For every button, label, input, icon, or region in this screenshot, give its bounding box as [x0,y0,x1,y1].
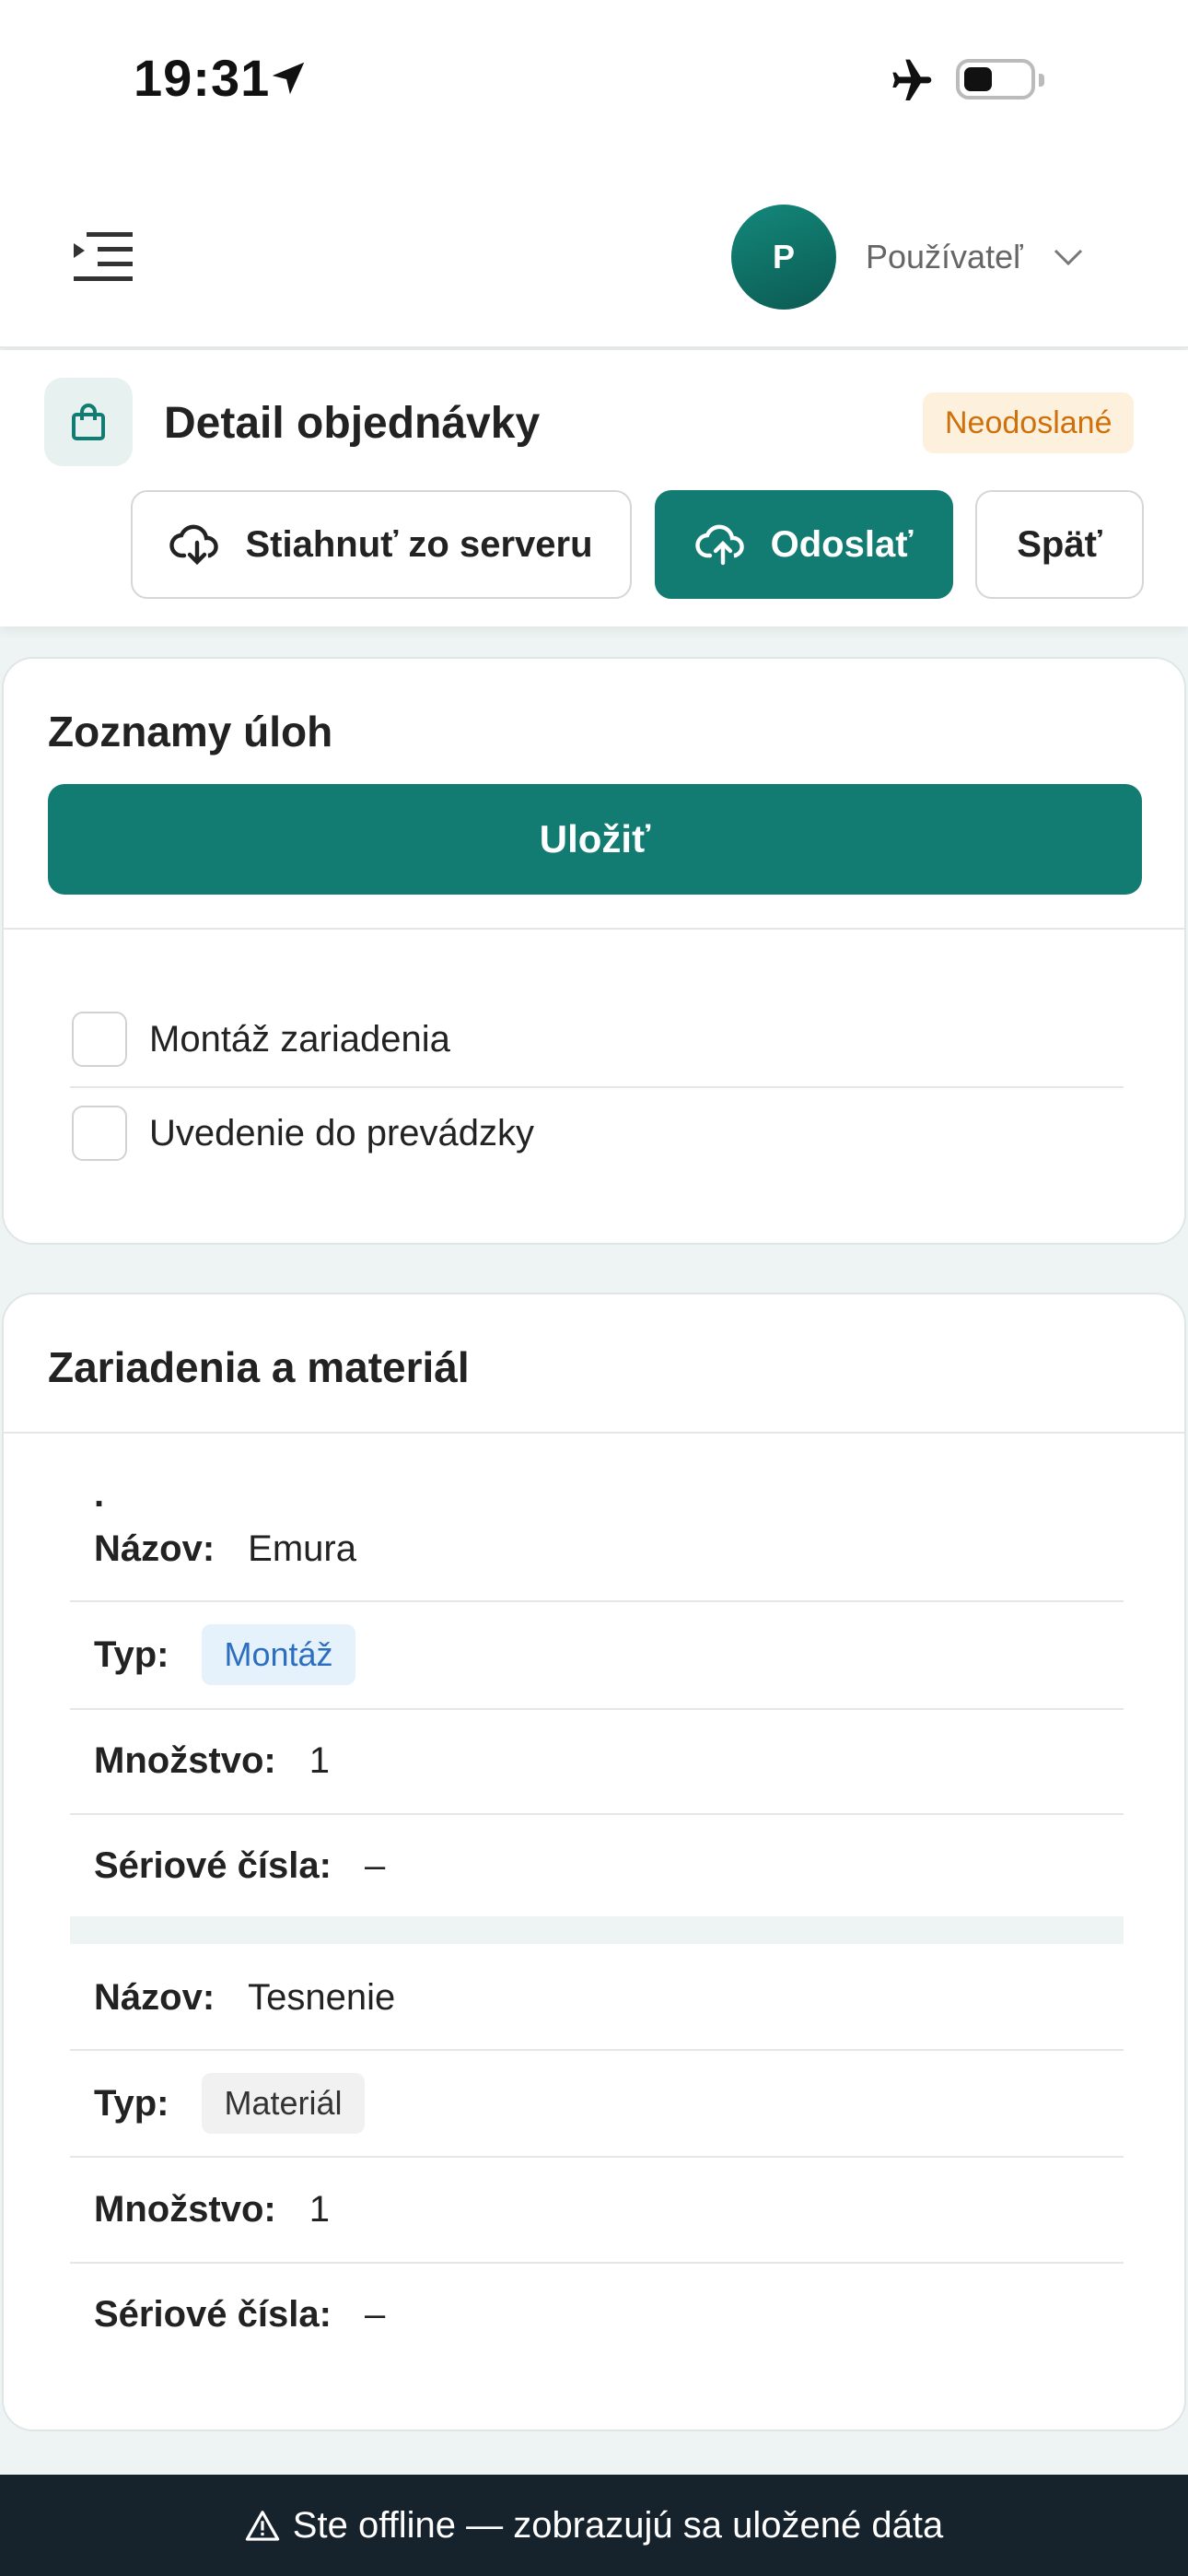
task-checkbox[interactable] [72,1106,127,1161]
task-lists-title: Zoznamy úloh [48,708,333,755]
divider [4,1432,1184,1434]
save-button[interactable]: Uložiť [48,784,1142,895]
task-item[interactable]: Montáž zariadenia [70,993,1124,1085]
order-header: Detail objednávky Neodoslané Stiahnuť zo… [0,350,1188,626]
name-label: Názov: [94,1976,215,2018]
warning-icon [245,2511,280,2541]
name-value: Emura [248,1528,356,1569]
send-button-label: Odoslať [770,523,914,565]
item-serials-row: Sériové čísla: – [70,2262,1124,2367]
item-name-row: Názov: Tesnenie [70,1945,1124,2050]
shopping-bag-icon [44,378,133,466]
serials-label: Sériové čísla: [94,1844,332,1886]
type-tag: Materiál [202,2073,365,2134]
equipment-title: Zariadenia a materiál [48,1343,470,1391]
airplane-mode-icon [892,59,932,100]
chevron-down-icon[interactable] [1052,243,1085,271]
battery-icon [956,59,1044,100]
name-label: Názov: [94,1528,215,1569]
task-checkbox[interactable] [72,1012,127,1067]
back-button[interactable]: Späť [975,490,1144,599]
item-separator [70,1916,1124,1944]
offline-banner: Ste offline — zobrazujú sa uložené dáta [0,2475,1188,2576]
quantity-label: Množstvo: [94,1739,276,1781]
item-quantity-row: Množstvo: 1 [70,1708,1124,1813]
task-lists-card: Zoznamy úloh Uložiť Montáž zariadenia Uv… [2,657,1186,1245]
item-serials-row: Sériové čísla: – [70,1813,1124,1918]
cloud-upload-icon [694,524,744,566]
location-arrow-icon [272,62,305,95]
name-value: Tesnenie [248,1976,396,2018]
item-quantity-row: Množstvo: 1 [70,2157,1124,2262]
item-type-row: Typ: Montáž [70,1602,1124,1707]
offline-banner-text: Ste offline — zobrazujú sa uložené dáta [292,2504,944,2546]
back-button-label: Späť [1017,523,1102,565]
quantity-value: 1 [309,1739,331,1781]
serials-value: – [364,2293,386,2335]
divider [4,928,1184,930]
task-label: Montáž zariadenia [149,1018,450,1060]
download-from-server-button[interactable]: Stiahnuť zo serveru [131,490,632,599]
menu-toggle-icon[interactable] [72,228,136,284]
task-label: Uvedenie do prevádzky [149,1112,535,1153]
type-tag: Montáž [202,1624,355,1685]
equipment-material-card: Zariadenia a materiál . Názov: Emura Typ… [2,1293,1186,2431]
cloud-download-icon [169,524,219,566]
download-button-label: Stiahnuť zo serveru [245,523,593,565]
task-item[interactable]: Uvedenie do prevádzky [70,1087,1124,1179]
item-type-row: Typ: Materiál [70,2051,1124,2156]
status-bar: 19:31 [0,0,1188,166]
quantity-label: Množstvo: [94,2188,276,2230]
app-header: P Používateľ [0,166,1188,348]
type-label: Typ: [94,2082,169,2124]
page-title: Detail objednávky [164,399,541,448]
username[interactable]: Používateľ [866,238,1023,276]
item-name-row: Názov: Emura [70,1496,1124,1601]
avatar[interactable]: P [731,205,836,310]
serials-label: Sériové čísla: [94,2293,332,2335]
status-time: 19:31 [134,49,271,107]
quantity-value: 1 [309,2188,331,2230]
send-button[interactable]: Odoslať [655,490,953,599]
serials-value: – [364,1844,386,1886]
status-badge: Neodoslané [923,392,1135,453]
type-label: Typ: [94,1633,169,1675]
